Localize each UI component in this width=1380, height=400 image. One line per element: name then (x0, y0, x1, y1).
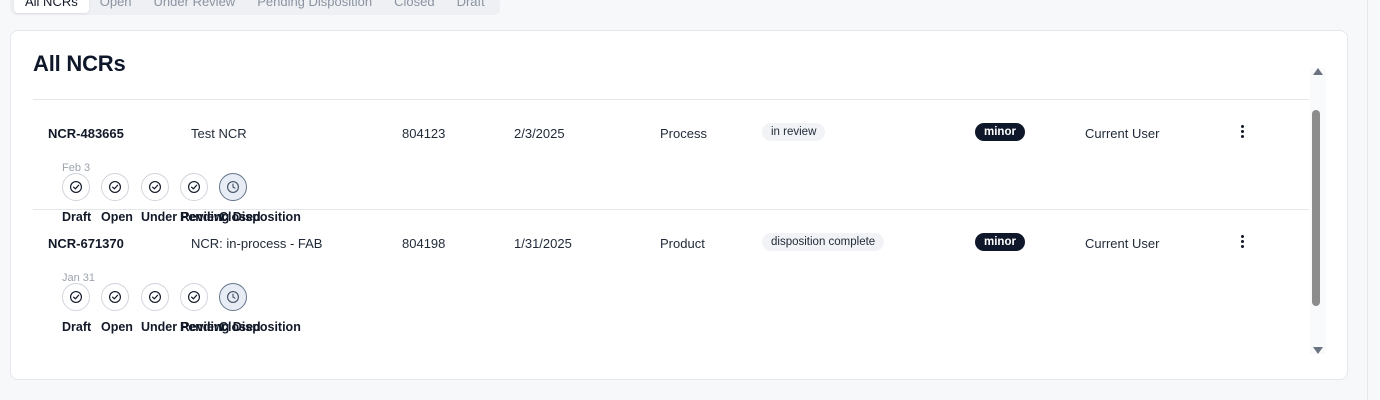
step-label-draft: Draft (62, 320, 92, 334)
check-circle-icon (62, 173, 90, 201)
table-row[interactable]: NCR-671370 NCR: in-process - FAB 804198 … (33, 210, 1309, 334)
status-badge: in review (762, 123, 826, 141)
more-vertical-icon[interactable] (1233, 120, 1251, 142)
ncr-list: NCR-483665 Test NCR 804123 2/3/2025 Proc… (33, 100, 1309, 379)
check-circle-icon (62, 283, 90, 311)
severity-badge: minor (975, 123, 1025, 141)
panel-edge (1367, 0, 1368, 400)
tab-draft[interactable]: Draft (446, 0, 496, 13)
more-vertical-icon[interactable] (1233, 230, 1251, 252)
part-number: 804123 (402, 126, 446, 141)
tab-under-review[interactable]: Under Review (143, 0, 247, 13)
step-date: Feb 3 (62, 162, 91, 174)
clock-icon (219, 283, 247, 311)
check-circle-icon (141, 283, 169, 311)
tab-pending-disposition[interactable]: Pending Disposition (246, 0, 383, 13)
check-circle-icon (180, 173, 208, 201)
tab-open[interactable]: Open (89, 0, 143, 13)
check-circle-icon (180, 283, 208, 311)
scroll-down-arrow-icon[interactable] (1313, 347, 1323, 354)
ncr-title: Test NCR (191, 126, 247, 141)
ncr-date: 2/3/2025 (514, 126, 565, 141)
step-label-closed: Closed (219, 320, 261, 334)
ncr-list-card: All NCRs NCR-483665 Test NCR 804123 2/3/… (10, 30, 1348, 380)
ncr-date: 1/31/2025 (514, 236, 572, 251)
severity-badge: minor (975, 233, 1025, 251)
owner: Current User (1085, 236, 1160, 251)
tab-closed[interactable]: Closed (383, 0, 445, 13)
workflow-steps: Draft Open Under Review Pending Disposit… (62, 283, 362, 334)
ncr-title: NCR: in-process - FAB (191, 236, 323, 251)
check-circle-icon (101, 173, 129, 201)
status-tabs: All NCRs Open Under Review Pending Dispo… (10, 0, 500, 15)
part-number: 804198 (402, 236, 446, 251)
ncr-id[interactable]: NCR-671370 (48, 236, 124, 251)
ncr-id[interactable]: NCR-483665 (48, 126, 124, 141)
clock-icon (219, 173, 247, 201)
step-date: Jan 31 (62, 272, 96, 284)
owner: Current User (1085, 126, 1160, 141)
ncr-type: Product (660, 236, 705, 251)
check-circle-icon (141, 173, 169, 201)
table-row[interactable]: NCR-483665 Test NCR 804123 2/3/2025 Proc… (33, 100, 1309, 224)
page-title: All NCRs (33, 51, 126, 76)
ncr-type: Process (660, 126, 707, 141)
tab-all-ncrs[interactable]: All NCRs (14, 0, 89, 13)
check-circle-icon (101, 283, 129, 311)
step-label-open: Open (101, 320, 133, 334)
status-badge: disposition complete (762, 233, 885, 251)
scroll-up-arrow-icon[interactable] (1313, 68, 1323, 75)
vertical-scrollbar[interactable] (1310, 68, 1326, 354)
scrollbar-thumb[interactable] (1312, 110, 1320, 306)
